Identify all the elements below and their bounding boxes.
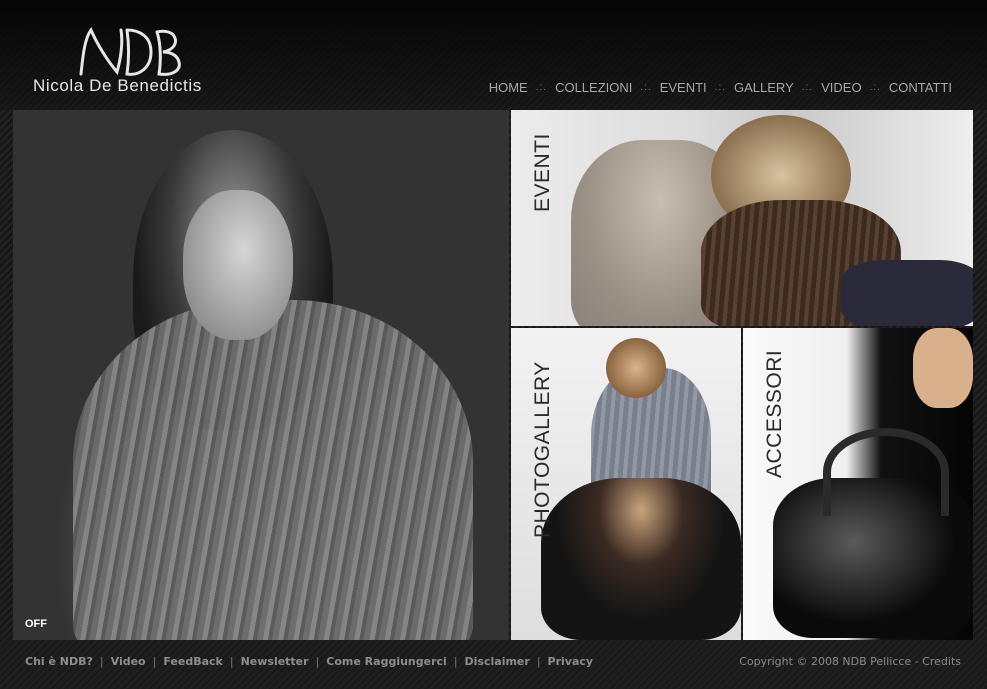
footer-link-chi-e-ndb[interactable]: Chi è NDB? [25, 655, 93, 668]
nav-separator: .:. [640, 82, 652, 93]
footer-link-video[interactable]: Video [111, 655, 146, 668]
footer-link-privacy[interactable]: Privacy [548, 655, 594, 668]
footer-link-disclaimer[interactable]: Disclaimer [465, 655, 530, 668]
eventi-jeans-shape [841, 260, 973, 326]
accessori-handle-shape [823, 428, 949, 516]
hero-fur-coat-shape [73, 300, 473, 640]
nav-separator: .:. [869, 82, 881, 93]
brand-name: Nicola De Benedictis [33, 76, 202, 95]
copyright-notice[interactable]: Copyright © 2008 NDB Pellicce - Credits [739, 655, 961, 668]
accessori-hand-shape [913, 328, 973, 408]
footer-separator: | [152, 655, 157, 668]
footer-links: Chi è NDB? | Video | FeedBack | Newslett… [25, 655, 593, 668]
footer-link-feedback[interactable]: FeedBack [163, 655, 223, 668]
photogallery-model-shape [541, 478, 741, 640]
nav-item-contatti[interactable]: CONTATTI [889, 80, 952, 95]
eventi-tile[interactable]: EVENTI [511, 110, 973, 326]
footer-link-come-raggiungerci[interactable]: Come Raggiungerci [326, 655, 447, 668]
nav-item-home[interactable]: HOME [489, 80, 528, 95]
footer-link-newsletter[interactable]: Newsletter [241, 655, 309, 668]
main-navigation: HOME .:. COLLEZIONI .:. EVENTI .:. GALLE… [489, 80, 952, 95]
photogallery-head-shape [606, 338, 666, 398]
tile-label-photogallery: PHOTOGALLERY [531, 361, 554, 538]
footer: Chi è NDB? | Video | FeedBack | Newslett… [0, 640, 987, 689]
nav-separator: .:. [801, 82, 814, 93]
hero-face-shape [183, 190, 293, 340]
footer-separator: | [99, 655, 104, 668]
footer-separator: | [315, 655, 320, 668]
nav-item-gallery[interactable]: GALLERY [734, 80, 794, 95]
footer-separator: | [453, 655, 458, 668]
ndb-monogram-logo [79, 27, 181, 76]
ndb-logo[interactable]: Nicola De Benedictis [33, 24, 233, 100]
nav-item-video[interactable]: VIDEO [821, 80, 861, 95]
footer-separator: | [536, 655, 541, 668]
hero-model-photo: OFF [13, 110, 509, 640]
tile-label-accessori: ACCESSORI [763, 349, 786, 478]
nav-item-eventi[interactable]: EVENTI [660, 80, 707, 95]
sound-off-toggle[interactable]: OFF [25, 618, 47, 630]
nav-item-collezioni[interactable]: COLLEZIONI [555, 80, 632, 95]
accessori-tile[interactable]: ACCESSORI [743, 328, 973, 640]
nav-separator: .:. [535, 82, 548, 93]
photogallery-tile[interactable]: PHOTOGALLERY [511, 328, 741, 640]
nav-separator: .:. [714, 82, 727, 93]
footer-separator: | [229, 655, 234, 668]
tile-label-eventi: EVENTI [531, 133, 554, 212]
